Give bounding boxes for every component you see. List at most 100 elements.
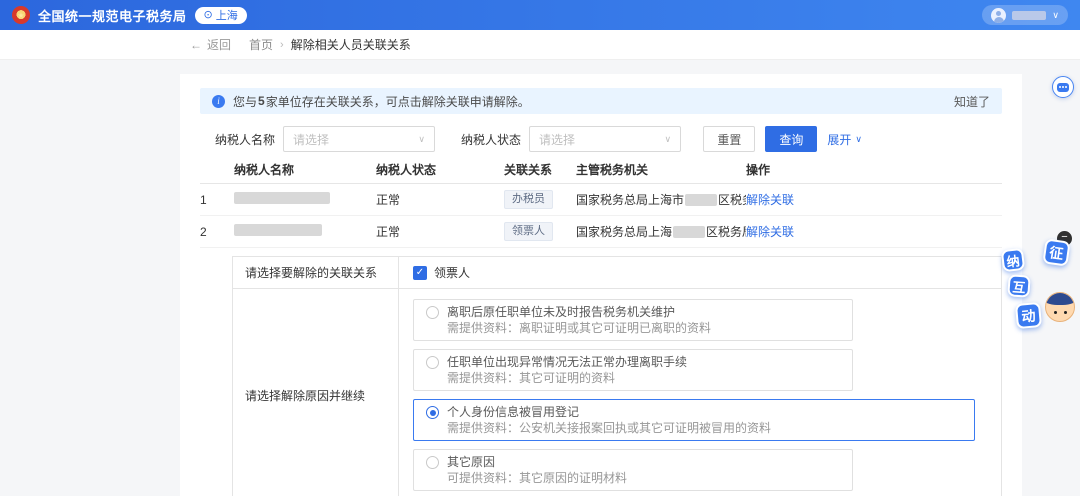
col-authority: 主管税务机关: [576, 163, 649, 177]
radio-icon: [426, 356, 439, 369]
emblem-star-icon: ★: [17, 10, 25, 20]
mascot-tile: 纳: [1000, 247, 1026, 273]
back-label: 返回: [207, 38, 232, 52]
checkbox-checked-icon[interactable]: ✓: [413, 265, 427, 280]
location-pin-icon: ⊙: [203, 8, 213, 21]
notice-text-prefix: 您与: [233, 94, 258, 109]
breadcrumb-separator-icon: ›: [280, 38, 284, 51]
reason-title: 个人身份信息被冒用登记: [447, 405, 580, 419]
user-avatar: [991, 7, 1007, 23]
search-button[interactable]: 查询: [765, 126, 818, 152]
remove-relation-link[interactable]: 解除关联: [746, 225, 794, 239]
taxpayer-status: 正常: [376, 193, 401, 207]
taxpayer-status-select[interactable]: 请选择 ∨: [529, 126, 682, 152]
authority-redacted: [673, 225, 706, 238]
brand: ★ 全国统一规范电子税务局 ⊙ 上海: [12, 6, 247, 25]
reason-option[interactable]: 离职后原任职单位未及时报告税务机关维护 需提供资料：离职证明或其它可证明已离职的…: [413, 299, 853, 341]
breadcrumb-home[interactable]: 首页: [249, 36, 273, 53]
relation-badge: 领票人: [504, 221, 553, 242]
user-name-redacted: [1012, 10, 1047, 20]
col-action: 操作: [746, 163, 771, 177]
notice-count: 5: [258, 94, 265, 108]
notice-text-suffix: 家单位存在关联关系，可点击解除关联申请解除。: [265, 94, 530, 109]
authority-redacted: [685, 193, 718, 206]
filter-bar: 纳税人名称 请选择 ∨ 纳税人状态 请选择 ∨ 重置 查询 展开 ∨: [200, 126, 1002, 152]
radio-icon: [426, 306, 439, 319]
reason-desc: 需提供资料：其它可证明的资料: [447, 371, 616, 385]
reason-options: 离职后原任职单位未及时报告税务机关维护 需提供资料：离职证明或其它可证明已离职的…: [399, 289, 1001, 496]
expand-label: 展开: [827, 132, 852, 147]
chevron-down-icon: ∨: [418, 133, 426, 144]
reason-option[interactable]: 个人身份信息被冒用登记 需提供资料：公安机关接报案回执或其它可证明被冒用的资料: [413, 399, 975, 441]
authority-cell: 国家税务总局上海市 区税务局: [576, 191, 746, 208]
info-icon: i: [212, 94, 225, 108]
user-menu[interactable]: ∨: [982, 5, 1068, 25]
breadcrumb-current: 解除相关人员关联关系: [290, 38, 411, 52]
app-title: 全国统一规范电子税务局: [38, 8, 187, 24]
reason-title: 离职后原任职单位未及时报告税务机关维护: [447, 305, 676, 319]
interaction-mascot[interactable]: 征 纳 互 动: [1000, 238, 1078, 342]
reset-button[interactable]: 重置: [703, 126, 756, 152]
mascot-eye: [1064, 311, 1067, 314]
row-index: 2: [200, 224, 207, 239]
taxpayer-status-placeholder: 请选择: [539, 132, 576, 147]
remove-detail-panel: 请选择要解除的关联关系 ✓ 领票人 请选择解除原因并继续 离职后原任职单位未及时…: [232, 256, 1002, 496]
col-relation: 关联关系: [504, 163, 553, 177]
relation-select-label: 请选择要解除的关联关系: [233, 257, 399, 289]
notice-banner: i 您与 5 家单位存在关联关系，可点击解除关联申请解除。 知道了: [200, 88, 1002, 114]
reason-title: 任职单位出现异常情况无法正常办理离职手续: [447, 355, 688, 369]
filter-actions: 重置 查询 展开 ∨: [703, 126, 862, 152]
mascot-face: [1045, 292, 1075, 322]
back-button[interactable]: ← 返回: [190, 36, 231, 53]
taxpayer-name-placeholder: 请选择: [293, 132, 330, 147]
row-index: 1: [200, 192, 207, 207]
location-selector[interactable]: ⊙ 上海: [194, 6, 247, 24]
taxpayer-name-select[interactable]: 请选择 ∨: [283, 126, 436, 152]
back-arrow-icon: ←: [190, 37, 202, 52]
app-header: ★ 全国统一规范电子税务局 ⊙ 上海 ∨: [0, 0, 1080, 30]
mascot-tile: 互: [1007, 274, 1031, 298]
page: ★ 全国统一规范电子税务局 ⊙ 上海 ∨ ← 返回 首页 › 解除相关人员关联关…: [0, 0, 1080, 496]
reason-select-label: 请选择解除原因并继续: [233, 289, 399, 496]
mascot-tile: 征: [1042, 238, 1071, 267]
taxpayer-name-redacted: [234, 224, 322, 236]
taxpayer-name-redacted: [234, 192, 330, 204]
relation-table: 纳税人名称 纳税人状态 关联关系 主管税务机关 操作 1 正常 办税员 国家税务…: [200, 156, 1002, 248]
reason-option[interactable]: 其它原因 可提供资料：其它原因的证明材料: [413, 449, 853, 491]
reason-desc: 需提供资料：离职证明或其它可证明已离职的资料: [447, 321, 712, 335]
reason-title: 其它原因: [447, 455, 496, 469]
reason-desc: 可提供资料：其它原因的证明材料: [447, 471, 628, 485]
national-emblem-icon: ★: [12, 6, 30, 24]
relation-badge: 办税员: [504, 189, 553, 210]
authority-suffix: 区税务局: [706, 225, 746, 239]
main-card: i 您与 5 家单位存在关联关系，可点击解除关联申请解除。 知道了 纳税人名称 …: [180, 74, 1022, 496]
reason-desc: 需提供资料：公安机关接报案回执或其它可证明被冒用的资料: [447, 421, 772, 435]
radio-icon: [426, 456, 439, 469]
col-taxpayer-status: 纳税人状态: [376, 163, 437, 177]
table-row: 2 正常 领票人 国家税务总局上海 区税务局 解除关联: [200, 216, 1002, 248]
taxpayer-name-label: 纳税人名称: [215, 132, 276, 147]
authority-prefix: 国家税务总局上海: [576, 225, 673, 239]
authority-suffix: 区税务局: [718, 193, 746, 207]
relation-checkbox-cell: ✓ 领票人: [399, 257, 1001, 289]
table-row: 1 正常 办税员 国家税务总局上海市 区税务局 解除关联: [200, 184, 1002, 216]
customer-service-button[interactable]: [1052, 76, 1074, 98]
mascot-eye: [1054, 311, 1057, 314]
chevron-down-icon: ∨: [1052, 9, 1059, 20]
table-header-row: 纳税人名称 纳税人状态 关联关系 主管税务机关 操作: [200, 156, 1002, 184]
remove-relation-link[interactable]: 解除关联: [746, 193, 794, 207]
reason-option[interactable]: 任职单位出现异常情况无法正常办理离职手续 需提供资料：其它可证明的资料: [413, 349, 853, 391]
chat-bubble-icon: [1057, 82, 1069, 92]
taxpayer-status-label: 纳税人状态: [461, 132, 522, 147]
radio-selected-icon: [426, 406, 439, 419]
taxpayer-status: 正常: [376, 225, 401, 239]
expand-toggle[interactable]: 展开 ∨: [827, 131, 862, 148]
location-label: 上海: [215, 10, 238, 22]
relation-checkbox-label: 领票人: [434, 266, 471, 280]
chevron-down-icon: ∨: [664, 133, 672, 144]
mascot-tile: 动: [1014, 301, 1043, 330]
notice-dismiss-button[interactable]: 知道了: [954, 93, 990, 110]
authority-cell: 国家税务总局上海 区税务局: [576, 223, 746, 240]
breadcrumb: ← 返回 首页 › 解除相关人员关联关系: [0, 30, 1080, 60]
authority-prefix: 国家税务总局上海市: [576, 193, 685, 207]
